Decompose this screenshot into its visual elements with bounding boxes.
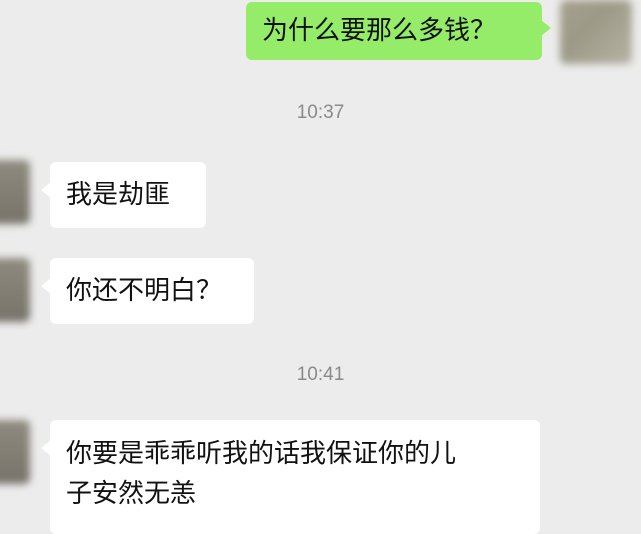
message-text: 我是劫匪 bbox=[66, 180, 171, 210]
message-bubble-other[interactable]: 你还不明白？ bbox=[41, 258, 254, 324]
message-bubble-self[interactable]: 为什么要那么多钱？ bbox=[246, 2, 551, 60]
message-text: 你还不明白？ bbox=[66, 276, 223, 306]
timestamp: 10:37 bbox=[296, 102, 345, 123]
message-bubble-other[interactable]: 我是劫匪 bbox=[41, 162, 206, 228]
message-text-line: 子安然无恙 bbox=[66, 479, 197, 509]
message-text: 为什么要那么多钱？ bbox=[262, 16, 497, 46]
timestamp: 10:41 bbox=[296, 364, 345, 385]
message-bubble-other[interactable]: 你要是乖乖听我的话我保证你的儿 子安然无恙 bbox=[41, 420, 540, 534]
chat-window: 为什么要那么多钱？ 10:37 我是劫匪 你还不明白？ 10:41 你要是乖乖听… bbox=[0, 0, 641, 534]
contact-avatar[interactable] bbox=[0, 160, 30, 224]
contact-avatar[interactable] bbox=[0, 420, 30, 484]
message-text-line: 你要是乖乖听我的话我保证你的儿 bbox=[66, 439, 457, 469]
contact-avatar[interactable] bbox=[0, 258, 30, 322]
self-avatar[interactable] bbox=[560, 0, 632, 64]
